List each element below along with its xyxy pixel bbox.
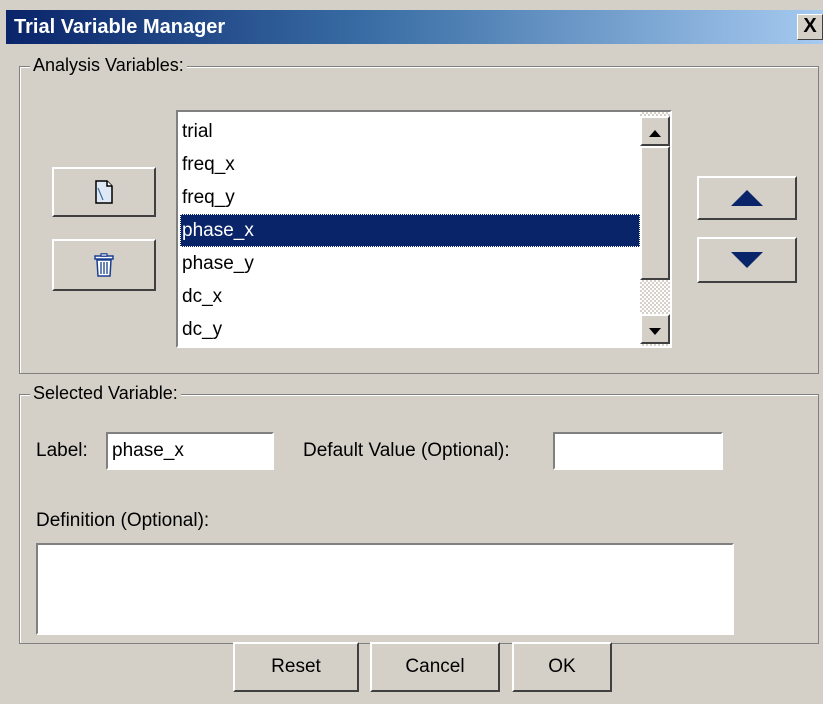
- label-caption: Label:: [36, 440, 88, 461]
- new-document-icon: [94, 180, 114, 204]
- title-bar[interactable]: Trial Variable Manager X: [6, 10, 823, 44]
- cancel-button-label: Cancel: [405, 656, 465, 677]
- close-icon: X: [803, 15, 817, 37]
- triangle-down-icon: [649, 319, 661, 340]
- reset-button[interactable]: Reset: [233, 642, 359, 692]
- default-value-caption: Default Value (Optional):: [303, 440, 510, 461]
- move-up-button[interactable]: [697, 176, 797, 220]
- default-value-field[interactable]: [553, 432, 723, 470]
- move-down-button[interactable]: [697, 237, 797, 283]
- list-scrollbar[interactable]: [640, 112, 670, 346]
- trash-can-icon: [93, 253, 115, 277]
- ok-button[interactable]: OK: [512, 642, 612, 692]
- analysis-variables-label: Analysis Variables:: [30, 55, 187, 76]
- scroll-up-button[interactable]: [640, 116, 670, 146]
- list-item[interactable]: dc_x: [180, 280, 640, 313]
- list-item[interactable]: phase_x: [180, 214, 640, 247]
- triangle-down-icon: [731, 252, 763, 268]
- cancel-button[interactable]: Cancel: [370, 642, 500, 692]
- variables-list-items: trial freq_x freq_y phase_x phase_y dc_x dc_y: [180, 115, 640, 346]
- window-title: Trial Variable Manager: [14, 16, 226, 38]
- close-button[interactable]: X: [797, 14, 823, 40]
- scroll-thumb[interactable]: [640, 146, 670, 280]
- trial-variable-manager-dialog: Trial Variable Manager X Analysis Variab…: [0, 0, 823, 704]
- triangle-up-icon: [731, 190, 763, 206]
- delete-variable-button[interactable]: [52, 239, 156, 291]
- definition-field[interactable]: [36, 543, 734, 635]
- ok-button-label: OK: [548, 656, 576, 677]
- selected-variable-label: Selected Variable:: [30, 383, 181, 404]
- variables-list[interactable]: trial freq_x freq_y phase_x phase_y dc_x dc_y: [176, 110, 672, 348]
- list-item[interactable]: freq_y: [180, 181, 640, 214]
- add-variable-button[interactable]: [52, 167, 156, 217]
- reset-button-label: Reset: [271, 656, 321, 677]
- list-item[interactable]: trial: [180, 115, 640, 148]
- definition-caption: Definition (Optional):: [36, 510, 210, 531]
- list-item[interactable]: freq_x: [180, 148, 640, 181]
- list-item[interactable]: dc_y: [180, 313, 640, 346]
- scroll-down-button[interactable]: [640, 314, 670, 344]
- list-item[interactable]: phase_y: [180, 247, 640, 280]
- triangle-up-icon: [649, 121, 661, 142]
- label-field[interactable]: [106, 432, 274, 470]
